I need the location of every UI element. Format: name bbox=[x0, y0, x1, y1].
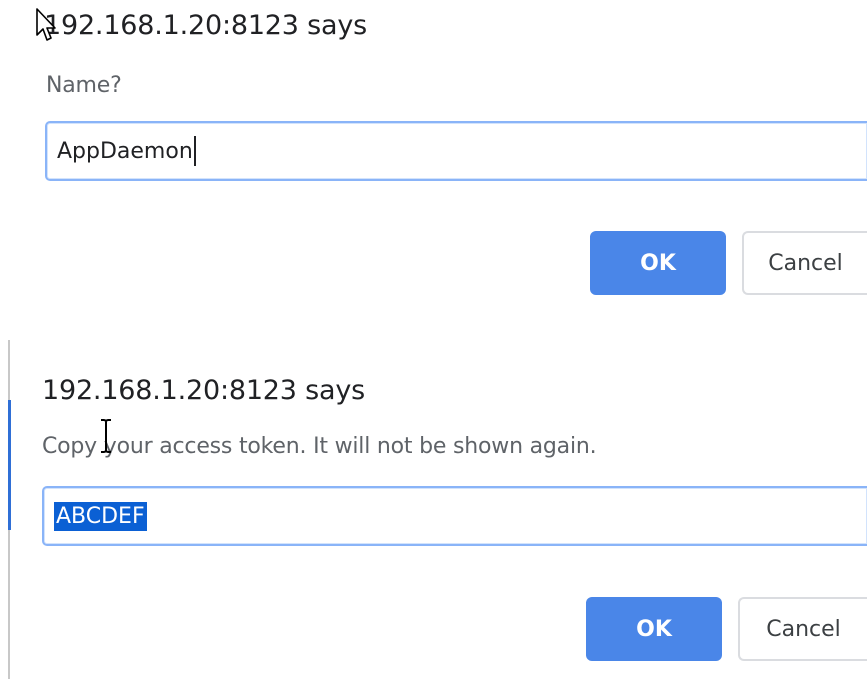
ok-button[interactable]: OK bbox=[586, 597, 722, 661]
name-input-value: AppDaemon bbox=[57, 138, 193, 164]
ibeam-cursor-icon bbox=[101, 419, 111, 453]
dialog-title: 192.168.1.20:8123 says bbox=[42, 375, 366, 406]
screenshot-canvas: 192.168.1.20:8123 says Name? AppDaemon O… bbox=[0, 0, 867, 679]
name-prompt-dialog: 192.168.1.20:8123 says Name? AppDaemon O… bbox=[0, 0, 867, 318]
cancel-button[interactable]: Cancel bbox=[738, 597, 867, 661]
cancel-button[interactable]: Cancel bbox=[742, 231, 867, 295]
dialog-message: Copy your access token. It will not be s… bbox=[42, 434, 597, 459]
access-token-input[interactable]: ABCDEF bbox=[42, 486, 867, 546]
name-input[interactable]: AppDaemon bbox=[45, 121, 867, 181]
text-caret bbox=[193, 136, 196, 166]
dialog-title: 192.168.1.20:8123 says bbox=[44, 10, 368, 41]
access-token-value: ABCDEF bbox=[54, 501, 147, 531]
arrow-cursor-icon bbox=[36, 8, 56, 41]
dialog-message: Name? bbox=[46, 73, 122, 98]
ok-button[interactable]: OK bbox=[590, 231, 726, 295]
access-token-dialog: 192.168.1.20:8123 says Copy your access … bbox=[0, 340, 867, 679]
